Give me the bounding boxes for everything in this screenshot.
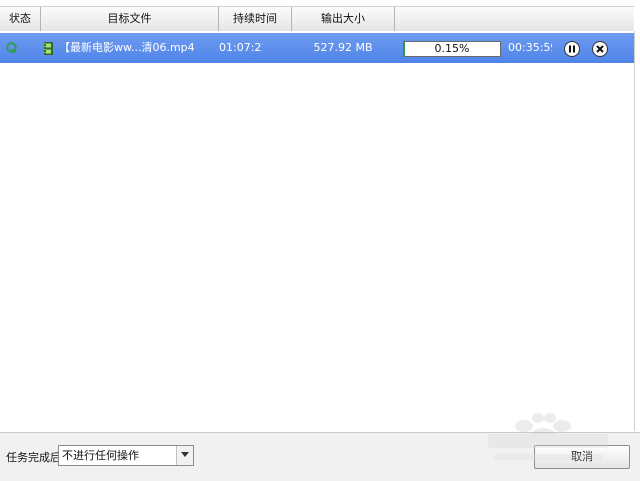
task-duration: 01:07:21 bbox=[219, 33, 263, 63]
convert-status-icon bbox=[6, 42, 17, 53]
film-icon bbox=[44, 42, 53, 55]
bottom-bar: 任务完成后: 不进行任何操作 取消 bbox=[0, 432, 640, 481]
task-output-size: 527.92 MB bbox=[308, 33, 378, 63]
cancel-button[interactable]: 取消 bbox=[534, 445, 630, 469]
task-progress-bar: 0.15% bbox=[403, 41, 501, 57]
chevron-down-icon bbox=[181, 452, 189, 458]
pause-button[interactable] bbox=[564, 41, 580, 57]
column-header-progress bbox=[395, 7, 634, 31]
task-progress-text: 0.15% bbox=[404, 42, 500, 56]
after-completion-select[interactable]: 不进行任何操作 bbox=[58, 445, 194, 466]
task-list[interactable]: 【最新电影ww...清06.mp4 01:07:21 527.92 MB 0.1… bbox=[0, 31, 635, 431]
remove-task-button[interactable] bbox=[592, 41, 608, 57]
column-header-status[interactable]: 状态 bbox=[0, 7, 41, 31]
task-row[interactable]: 【最新电影ww...清06.mp4 01:07:21 527.92 MB 0.1… bbox=[0, 33, 634, 63]
column-header-output-size[interactable]: 输出大小 bbox=[292, 7, 395, 31]
column-header-duration[interactable]: 持续时间 bbox=[219, 7, 292, 31]
after-completion-label: 任务完成后: bbox=[6, 449, 65, 465]
task-list-header: 状态 目标文件 持续时间 输出大小 bbox=[0, 6, 634, 32]
column-header-target-file[interactable]: 目标文件 bbox=[41, 7, 219, 31]
close-icon bbox=[593, 42, 607, 56]
conversion-window: 状态 目标文件 持续时间 输出大小 【最新电影ww...清06.mp4 01:0… bbox=[0, 0, 640, 480]
task-remaining-time: 00:35:59 bbox=[508, 33, 552, 63]
task-file-name: 【最新电影ww...清06.mp4 bbox=[59, 33, 219, 63]
pause-icon bbox=[565, 42, 579, 56]
dropdown-arrow-button[interactable] bbox=[176, 446, 193, 465]
after-completion-value: 不进行任何操作 bbox=[62, 446, 139, 465]
